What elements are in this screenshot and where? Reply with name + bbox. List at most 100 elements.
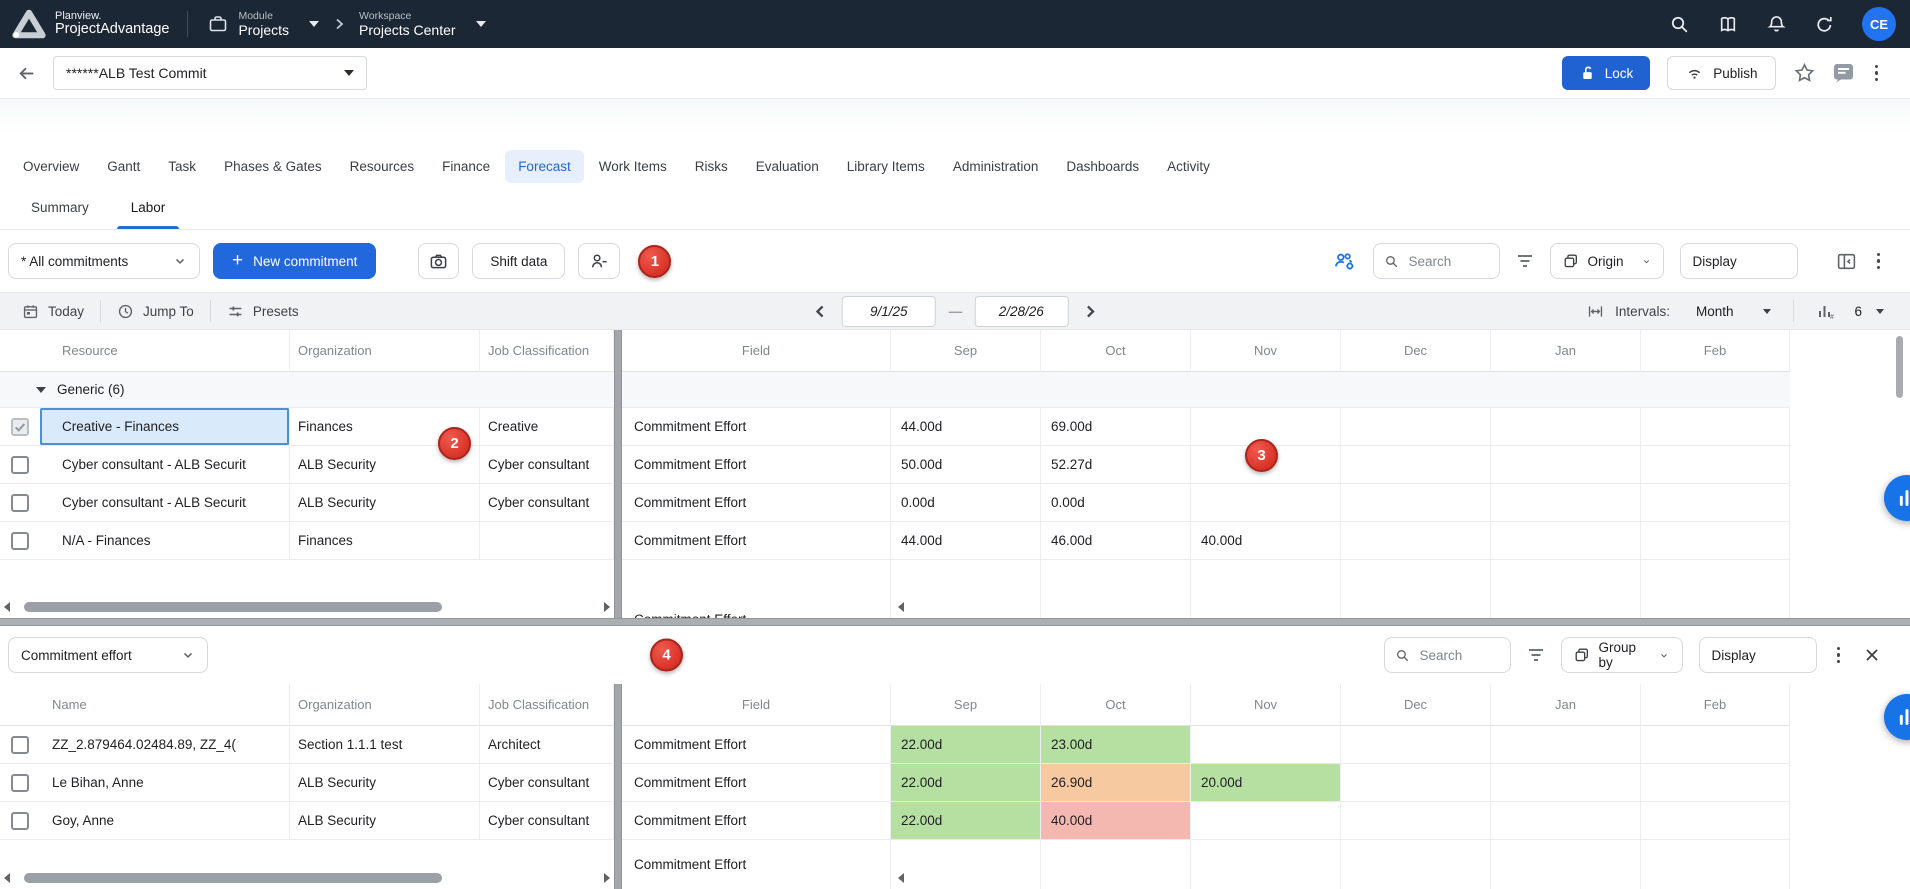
cell-month-value[interactable] bbox=[1640, 446, 1790, 484]
vertical-splitter[interactable] bbox=[614, 330, 622, 618]
cell-month-value[interactable] bbox=[1640, 560, 1790, 618]
cell-month-value[interactable] bbox=[1190, 726, 1340, 764]
cell-organization[interactable]: ALB Security bbox=[290, 764, 480, 802]
column-header-resource[interactable]: Resource bbox=[40, 330, 290, 372]
group-by-select[interactable]: Group by bbox=[1561, 637, 1683, 673]
tab-overview[interactable]: Overview bbox=[10, 150, 92, 183]
filter-icon[interactable] bbox=[1527, 647, 1545, 663]
row-checkbox[interactable] bbox=[11, 812, 29, 830]
tab-library-items[interactable]: Library Items bbox=[834, 150, 938, 183]
snapshot-button[interactable] bbox=[418, 243, 459, 279]
row-checkbox[interactable] bbox=[11, 418, 29, 436]
interval-count-value[interactable]: 6 bbox=[1854, 304, 1862, 319]
cell-month-value[interactable] bbox=[1640, 764, 1790, 802]
column-header-month[interactable]: Jan bbox=[1490, 330, 1640, 372]
cell-month-value[interactable]: 22.00d bbox=[890, 764, 1040, 802]
cell-month-value[interactable]: 52.27d bbox=[1040, 446, 1190, 484]
today-button[interactable]: Today bbox=[6, 303, 100, 320]
start-date-input[interactable] bbox=[842, 296, 936, 327]
cell-month-value[interactable] bbox=[1190, 840, 1340, 889]
tab-administration[interactable]: Administration bbox=[940, 150, 1052, 183]
tab-dashboards[interactable]: Dashboards bbox=[1053, 150, 1152, 183]
cell-month-value[interactable]: 44.00d bbox=[890, 522, 1040, 560]
chevron-down-icon[interactable] bbox=[1876, 309, 1884, 314]
row-checkbox[interactable] bbox=[11, 736, 29, 754]
chevron-down-icon[interactable] bbox=[1763, 309, 1771, 314]
global-search-icon[interactable] bbox=[1669, 14, 1690, 35]
cell-field[interactable]: Commitment Effort bbox=[622, 840, 890, 889]
cell-organization[interactable]: Finances bbox=[290, 522, 480, 560]
cell-job-classification[interactable]: Cyber consultant bbox=[480, 764, 614, 802]
header-select-all[interactable] bbox=[0, 684, 40, 726]
cell-job-classification[interactable]: Creative bbox=[480, 408, 614, 446]
cell-job-classification[interactable]: Cyber consultant bbox=[480, 802, 614, 840]
cell-month-value[interactable]: 46.00d bbox=[1040, 522, 1190, 560]
project-select[interactable]: ******ALB Test Commit bbox=[53, 56, 367, 90]
subtab-summary[interactable]: Summary bbox=[10, 185, 110, 229]
header-select-all[interactable] bbox=[0, 330, 40, 372]
commitments-filter-select[interactable]: * All commitments bbox=[8, 243, 200, 279]
tab-evaluation[interactable]: Evaluation bbox=[743, 150, 832, 183]
interval-value[interactable]: Month bbox=[1696, 304, 1734, 319]
tab-activity[interactable]: Activity bbox=[1154, 150, 1223, 183]
favorite-icon[interactable] bbox=[1793, 62, 1816, 84]
cell-month-value[interactable] bbox=[1490, 802, 1640, 840]
publish-button[interactable]: Publish bbox=[1667, 56, 1775, 90]
cell-job-classification[interactable]: Architect bbox=[480, 726, 614, 764]
remove-assignee-button[interactable] bbox=[578, 243, 620, 279]
cell-month-value[interactable]: 26.90d bbox=[1040, 764, 1190, 802]
cell-field[interactable]: Commitment Effort bbox=[622, 484, 890, 522]
column-header-month[interactable]: Oct bbox=[1040, 684, 1190, 726]
cell-month-value[interactable]: 40.00d bbox=[1040, 802, 1190, 840]
cell-month-value[interactable] bbox=[1340, 840, 1490, 889]
column-header-organization[interactable]: Organization bbox=[290, 330, 480, 372]
horizontal-scrollbar[interactable] bbox=[4, 599, 610, 615]
cell-field[interactable]: Commitment Effort bbox=[622, 560, 890, 618]
scroll-right-icon[interactable] bbox=[604, 873, 610, 883]
new-commitment-button[interactable]: + New commitment bbox=[213, 243, 376, 279]
cell-resource[interactable]: Cyber consultant - ALB Securit bbox=[40, 484, 290, 522]
panel-splitter[interactable] bbox=[0, 618, 1910, 626]
scroll-right-icon[interactable] bbox=[604, 602, 610, 612]
column-header-month[interactable]: Dec bbox=[1340, 684, 1490, 726]
row-checkbox[interactable] bbox=[11, 494, 29, 512]
group-row-generic[interactable]: Generic (6) bbox=[0, 372, 1790, 408]
cell-organization[interactable]: ALB Security bbox=[290, 802, 480, 840]
library-icon[interactable] bbox=[1717, 14, 1739, 35]
cell-month-value[interactable] bbox=[1190, 560, 1340, 618]
search-box[interactable] bbox=[1384, 637, 1511, 673]
scroll-left-icon[interactable] bbox=[4, 873, 10, 883]
cell-month-value[interactable] bbox=[1340, 802, 1490, 840]
cell-month-value[interactable]: 44.00d bbox=[890, 408, 1040, 446]
cell-month-value[interactable] bbox=[1490, 726, 1640, 764]
cell-month-value[interactable] bbox=[1490, 484, 1640, 522]
column-header-field[interactable]: Field bbox=[622, 684, 890, 726]
column-header-month[interactable]: Sep bbox=[890, 330, 1040, 372]
search-box[interactable] bbox=[1373, 243, 1500, 279]
refresh-icon[interactable] bbox=[1814, 14, 1835, 35]
cell-field[interactable]: Commitment Effort bbox=[622, 408, 890, 446]
cell-month-value[interactable] bbox=[1490, 560, 1640, 618]
column-header-field[interactable]: Field bbox=[622, 330, 890, 372]
cell-month-value[interactable] bbox=[1640, 484, 1790, 522]
column-header-month[interactable]: Dec bbox=[1340, 330, 1490, 372]
more-actions-menu[interactable] bbox=[1871, 61, 1883, 86]
tab-work-items[interactable]: Work Items bbox=[586, 150, 680, 183]
cell-month-value[interactable] bbox=[890, 560, 1040, 618]
cell-month-value[interactable] bbox=[1190, 484, 1340, 522]
module-switcher[interactable]: Module Projects bbox=[208, 10, 319, 38]
origin-select[interactable]: Origin bbox=[1550, 243, 1664, 279]
tab-task[interactable]: Task bbox=[155, 150, 209, 183]
cell-month-value[interactable] bbox=[1040, 840, 1190, 889]
column-header-organization[interactable]: Organization bbox=[290, 684, 480, 726]
cell-month-value[interactable] bbox=[1340, 522, 1490, 560]
more-options-menu[interactable] bbox=[1873, 249, 1885, 274]
tab-gantt[interactable]: Gantt bbox=[94, 150, 153, 183]
search-input[interactable] bbox=[1407, 253, 1489, 270]
scroll-left-icon[interactable] bbox=[4, 602, 10, 612]
cell-organization[interactable]: ALB Security bbox=[290, 484, 480, 522]
cell-month-value[interactable] bbox=[1490, 446, 1640, 484]
display-button[interactable]: Display bbox=[1699, 637, 1817, 673]
tab-resources[interactable]: Resources bbox=[337, 150, 428, 183]
cell-month-value[interactable]: 22.00d bbox=[890, 802, 1040, 840]
